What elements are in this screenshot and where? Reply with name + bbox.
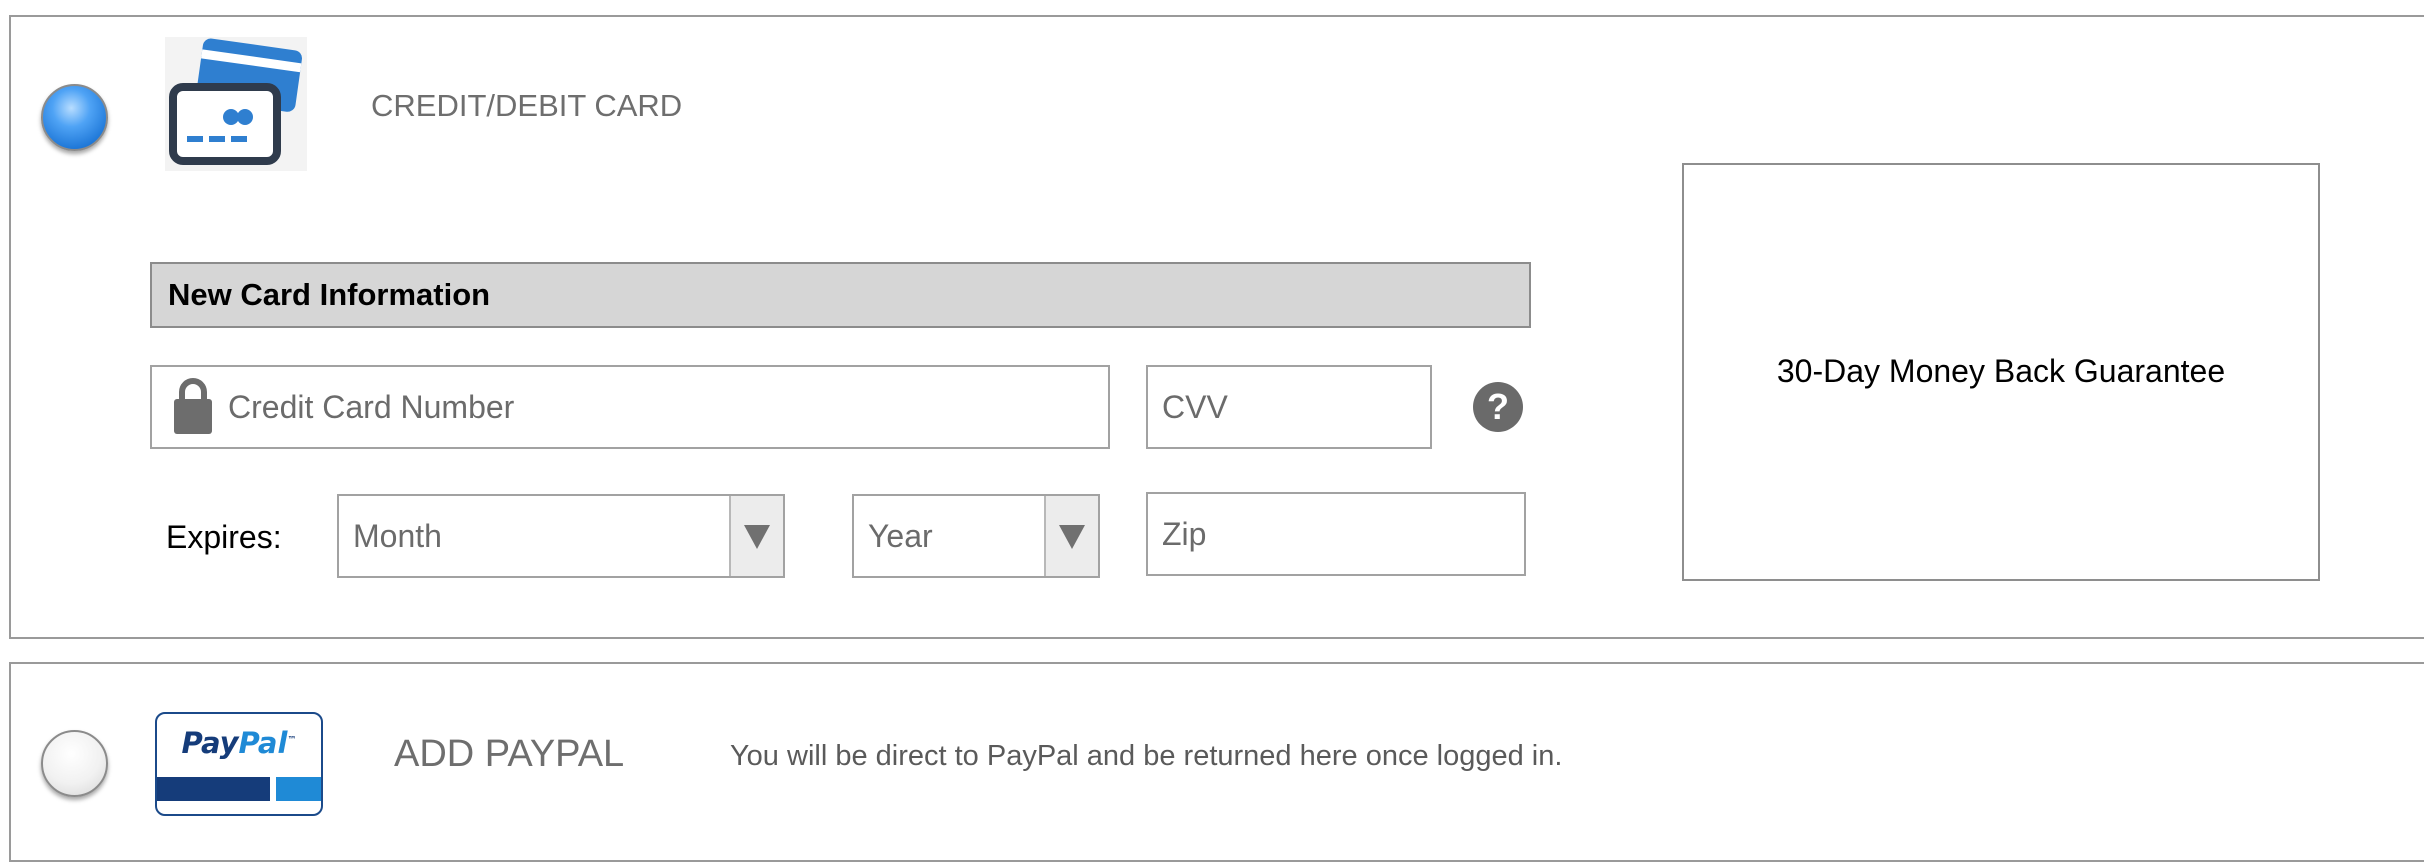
paypal-radio-button[interactable]	[41, 730, 108, 797]
expires-label: Expires:	[166, 519, 282, 555]
guarantee-text: 30-Day Money Back Guarantee	[1776, 353, 2226, 389]
paypal-logo-pay: Pay	[181, 726, 239, 760]
card-method-label[interactable]: CREDIT/DEBIT CARD	[371, 88, 682, 124]
credit-card-icon	[165, 37, 307, 171]
help-icon[interactable]: ?	[1473, 382, 1523, 432]
zip-input[interactable]: Zip	[1146, 492, 1526, 576]
zip-placeholder: Zip	[1162, 516, 1207, 552]
new-card-header: New Card Information	[150, 262, 1531, 328]
cvv-input[interactable]: CVV	[1146, 365, 1432, 449]
paypal-logo-tm: ™	[287, 735, 297, 746]
dropdown-arrow-icon[interactable]	[729, 496, 783, 576]
card-number-input[interactable]: Credit Card Number	[150, 365, 1110, 449]
cvv-placeholder: CVV	[1162, 389, 1228, 425]
paypal-method-label[interactable]: ADD PAYPAL	[394, 733, 624, 776]
month-select[interactable]: Month	[337, 494, 785, 578]
month-select-value: Month	[353, 518, 442, 554]
year-select[interactable]: Year	[852, 494, 1100, 578]
lock-icon	[174, 377, 212, 434]
card-radio-button[interactable]	[41, 84, 108, 151]
paypal-logo-bar-dark	[157, 777, 270, 801]
card-number-placeholder: Credit Card Number	[228, 389, 515, 425]
paypal-logo: PayPal™	[155, 712, 323, 816]
paypal-logo-bar-light	[276, 777, 321, 801]
year-select-value: Year	[868, 518, 933, 554]
paypal-redirect-note: You will be direct to PayPal and be retu…	[730, 740, 1563, 772]
guarantee-box: 30-Day Money Back Guarantee	[1682, 163, 2320, 581]
dropdown-arrow-icon[interactable]	[1044, 496, 1098, 576]
paypal-logo-pal: Pal	[238, 726, 288, 760]
